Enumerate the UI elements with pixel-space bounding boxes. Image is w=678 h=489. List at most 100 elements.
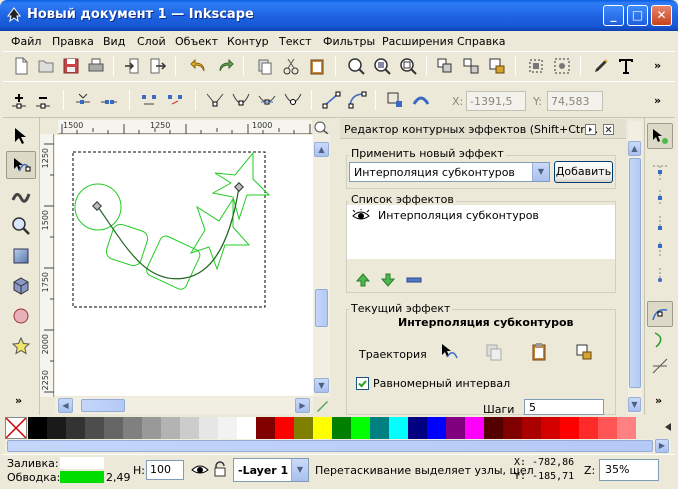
smooth-node-icon[interactable] <box>231 90 251 110</box>
node-toolbar-overflow-button[interactable]: » <box>654 94 661 107</box>
color-swatch[interactable] <box>313 417 332 439</box>
distribute-icon[interactable] <box>552 56 572 76</box>
color-swatch[interactable] <box>598 417 617 439</box>
undo-icon[interactable] <box>189 56 209 76</box>
color-swatch[interactable] <box>180 417 199 439</box>
toolbar-overflow-button[interactable]: » <box>654 59 661 72</box>
add-effect-button[interactable]: Добавить <box>554 161 613 183</box>
x-coordinate-field[interactable]: -1391,5 <box>466 91 526 111</box>
scroll-left-icon[interactable]: ◀ <box>58 398 73 413</box>
menu-extensions[interactable]: Расширения <box>382 35 453 48</box>
cut-icon[interactable] <box>281 56 301 76</box>
color-swatch[interactable] <box>161 417 180 439</box>
zoom-corner-icon[interactable] <box>313 120 330 135</box>
canvas-hscroll-thumb[interactable] <box>81 399 125 412</box>
align-icon[interactable] <box>526 56 546 76</box>
cusp-node-icon[interactable] <box>205 90 225 110</box>
ellipse-tool-icon[interactable] <box>11 306 31 326</box>
snapbar-overflow-button[interactable]: » <box>655 394 662 407</box>
color-swatch[interactable] <box>66 417 85 439</box>
menu-edit[interactable]: Правка <box>52 35 94 48</box>
menu-view[interactable]: Вид <box>103 35 125 48</box>
menu-filters[interactable]: Фильтры <box>323 35 375 48</box>
palette-scrollbar[interactable]: ▶ <box>5 439 671 453</box>
layer-visibility-eye-icon[interactable] <box>191 463 209 476</box>
menu-layer[interactable]: Слой <box>137 35 166 48</box>
color-swatch[interactable] <box>218 417 237 439</box>
color-swatch[interactable] <box>370 417 389 439</box>
dock-scroll-up-icon[interactable]: ▲ <box>628 141 641 156</box>
color-swatch[interactable] <box>332 417 351 439</box>
color-swatch[interactable] <box>465 417 484 439</box>
rectangle-tool-icon[interactable] <box>11 246 31 266</box>
color-swatch[interactable] <box>579 417 598 439</box>
layer-chevron-down-icon[interactable]: ▼ <box>291 459 308 481</box>
color-swatch[interactable] <box>104 417 123 439</box>
redo-icon[interactable] <box>215 56 235 76</box>
dock-iconify-icon[interactable] <box>585 124 596 135</box>
scroll-up-icon[interactable]: ▲ <box>314 142 329 157</box>
canvas-vertical-scrollbar[interactable]: ▲ ▼ <box>313 134 330 397</box>
snap-path-icon[interactable] <box>650 330 670 350</box>
delete-segment-icon[interactable] <box>165 90 185 110</box>
color-swatch[interactable] <box>275 417 294 439</box>
join-segment-icon[interactable] <box>139 90 159 110</box>
layer-selector[interactable]: -Layer 1 ▼ <box>233 458 309 482</box>
toolbox-overflow-button[interactable]: » <box>15 394 22 407</box>
edit-on-canvas-icon[interactable] <box>439 342 459 362</box>
color-swatch[interactable] <box>28 417 47 439</box>
stroke-to-path-icon[interactable] <box>411 90 431 110</box>
selector-tool-icon[interactable] <box>10 126 30 146</box>
color-swatch[interactable] <box>47 417 66 439</box>
color-swatch[interactable] <box>522 417 541 439</box>
palette-scroll-thumb[interactable] <box>7 440 653 452</box>
zoom-page-icon[interactable] <box>398 56 418 76</box>
minimize-button[interactable]: _ <box>603 5 624 26</box>
effect-type-combo[interactable]: Интерполяция субконтуров ▼ <box>349 162 550 182</box>
canvas-horizontal-scrollbar[interactable]: ◀ ▶ <box>55 397 313 414</box>
dock-scroll-down-icon[interactable]: ▼ <box>628 397 641 412</box>
color-swatch[interactable] <box>237 417 256 439</box>
snap-center-icon[interactable] <box>650 266 670 286</box>
segment-to-line-icon[interactable] <box>321 90 341 110</box>
import-icon[interactable] <box>123 56 143 76</box>
remove-effect-icon[interactable] <box>406 277 422 283</box>
color-swatch[interactable] <box>427 417 446 439</box>
stroke-indicator[interactable] <box>60 471 104 483</box>
interpolated-shapes[interactable] <box>74 151 271 291</box>
auto-smooth-node-icon[interactable] <box>283 90 303 110</box>
path-node[interactable] <box>234 182 244 192</box>
fill-indicator[interactable] <box>60 457 104 469</box>
snap-bbox-icon[interactable] <box>650 162 670 182</box>
layer-lock-icon[interactable] <box>213 461 227 478</box>
paste-path-icon[interactable] <box>529 342 549 362</box>
zoom-tool-icon[interactable] <box>11 216 31 236</box>
save-icon[interactable] <box>61 56 81 76</box>
symmetric-node-icon[interactable] <box>257 90 277 110</box>
move-down-icon[interactable] <box>381 273 395 287</box>
menu-path[interactable]: Контур <box>227 35 269 48</box>
dock-scroll-thumb[interactable] <box>629 158 641 388</box>
paste-icon[interactable] <box>307 56 327 76</box>
palette-scroll-right-icon[interactable]: ▶ <box>655 439 669 453</box>
lock-object-icon[interactable] <box>487 56 507 76</box>
y-coordinate-field[interactable]: 74,583 <box>547 91 603 111</box>
menu-object[interactable]: Объект <box>175 35 218 48</box>
move-up-icon[interactable] <box>356 273 370 287</box>
tweak-tool-icon[interactable] <box>11 186 31 206</box>
drawing-canvas[interactable] <box>55 135 313 396</box>
color-swatch[interactable] <box>541 417 560 439</box>
duplicate-icon[interactable] <box>255 56 275 76</box>
chevron-down-icon[interactable]: ▼ <box>532 163 549 181</box>
color-swatch[interactable] <box>294 417 313 439</box>
color-swatch[interactable] <box>85 417 104 439</box>
close-button[interactable]: ✕ <box>651 5 672 26</box>
opacity-spinner[interactable]: 100 <box>146 460 184 480</box>
fill-stroke-icon[interactable] <box>591 56 611 76</box>
dock-close-icon[interactable] <box>603 124 614 135</box>
color-swatch[interactable] <box>503 417 522 439</box>
node-tool-icon[interactable] <box>11 155 31 175</box>
color-swatch[interactable] <box>142 417 161 439</box>
open-document-icon[interactable] <box>36 56 56 76</box>
color-swatch[interactable] <box>199 417 218 439</box>
